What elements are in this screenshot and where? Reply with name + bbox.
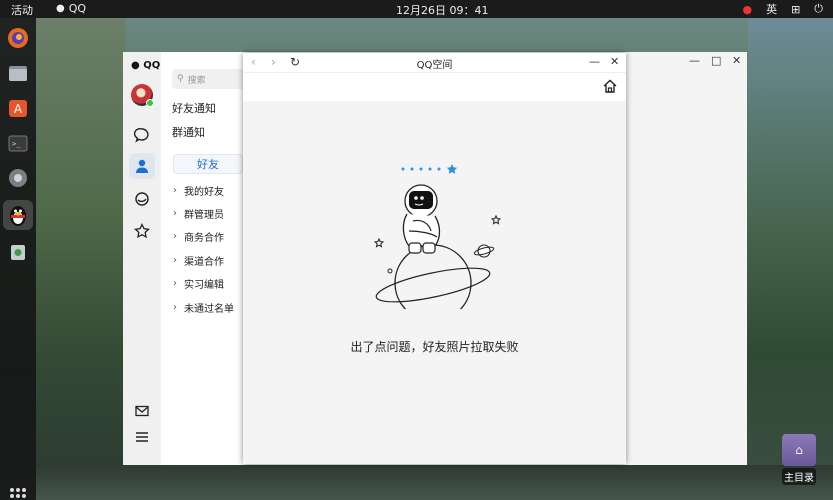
firefox-icon[interactable] bbox=[3, 23, 33, 53]
error-message: 出了点问题，好友照片拉取失败 bbox=[350, 340, 519, 354]
svg-text:>_: >_ bbox=[12, 140, 21, 148]
space-icon[interactable] bbox=[129, 186, 155, 212]
astronaut-illustration bbox=[373, 164, 502, 309]
qq-tray-icon[interactable]: ● bbox=[742, 3, 752, 16]
mail-icon[interactable] bbox=[129, 398, 155, 424]
software-center-icon[interactable]: A bbox=[3, 93, 33, 123]
qq-icon[interactable] bbox=[3, 200, 33, 230]
space-titlebar: ‹ › ↻ QQ空间 — ✕ bbox=[243, 53, 626, 73]
chevron-right-icon: › bbox=[173, 185, 177, 196]
qq-penguin-icon: ● bbox=[56, 3, 65, 14]
wallpaper-left bbox=[36, 18, 126, 500]
group-item[interactable]: › 未通过名单 bbox=[173, 300, 234, 315]
group-label: 渠道合作 bbox=[184, 257, 224, 268]
home-icon[interactable] bbox=[602, 78, 618, 94]
minimize-button[interactable]: — bbox=[689, 54, 700, 67]
qq-logo-text: QQ bbox=[143, 60, 161, 71]
app-menu[interactable]: ● QQ bbox=[56, 2, 86, 15]
contacts-icon[interactable] bbox=[129, 153, 155, 179]
group-label: 我的好友 bbox=[184, 187, 224, 198]
search-input[interactable]: ⚲ 搜索 bbox=[172, 69, 247, 89]
group-item[interactable]: › 实习编辑 bbox=[173, 276, 224, 291]
dock: A >_ bbox=[0, 18, 36, 500]
group-label: 群管理员 bbox=[184, 210, 224, 221]
top-bar: 活动 ● QQ 12月26日 09：41 ● 英 ⊞ ⏻ bbox=[0, 0, 833, 18]
search-placeholder: 搜索 bbox=[187, 75, 206, 86]
group-label: 实习编辑 bbox=[184, 280, 224, 291]
group-item[interactable]: › 我的好友 bbox=[173, 183, 224, 198]
power-icon[interactable]: ⏻ bbox=[814, 2, 823, 16]
friend-notice[interactable]: 好友通知 bbox=[172, 100, 216, 116]
clock[interactable]: 12月26日 09：41 bbox=[396, 2, 489, 18]
group-item[interactable]: › 渠道合作 bbox=[173, 253, 224, 268]
chevron-right-icon: › bbox=[173, 302, 177, 313]
chevron-right-icon: › bbox=[173, 231, 177, 242]
group-label: 未通过名单 bbox=[184, 304, 234, 315]
wallpaper-bottom bbox=[36, 465, 833, 500]
group-label: 商务合作 bbox=[184, 233, 224, 244]
group-item[interactable]: › 商务合作 bbox=[173, 229, 224, 244]
tab-friends[interactable]: 好友 bbox=[173, 154, 243, 174]
contacts-panel: ⚲ 搜索 好友通知 群通知 好友 › 我的好友 › 群管理员 › 商务合作 › … bbox=[161, 52, 247, 465]
qq-logo: ● QQ bbox=[131, 60, 160, 71]
input-method-indicator[interactable]: 英 bbox=[766, 1, 777, 17]
show-apps-icon[interactable] bbox=[10, 488, 26, 500]
activities-button[interactable]: 活动 bbox=[11, 2, 33, 18]
home-folder-label: 主目录 bbox=[782, 468, 816, 485]
files-icon[interactable] bbox=[3, 58, 33, 88]
system-tray: ● 英 ⊞ ⏻ bbox=[742, 1, 823, 17]
space-toolbar bbox=[243, 73, 626, 101]
menu-icon[interactable] bbox=[129, 424, 155, 450]
qq-logo-icon: ● bbox=[131, 60, 140, 71]
settings-icon[interactable] bbox=[3, 163, 33, 193]
online-status-icon bbox=[146, 99, 154, 107]
chevron-right-icon: › bbox=[173, 208, 177, 219]
group-notice[interactable]: 群通知 bbox=[172, 124, 205, 140]
chevron-right-icon: › bbox=[173, 255, 177, 266]
space-minimize-button[interactable]: — bbox=[589, 55, 600, 68]
wallpaper-right bbox=[748, 18, 833, 500]
qq-space-window: ‹ › ↻ QQ空间 — ✕ 出了点问题，好友照片拉取失败 bbox=[243, 53, 626, 464]
star-icon[interactable] bbox=[129, 218, 155, 244]
close-button[interactable]: ✕ bbox=[732, 54, 741, 67]
maximize-button[interactable]: □ bbox=[711, 54, 721, 67]
search-icon: ⚲ bbox=[177, 74, 184, 84]
space-title: QQ空间 bbox=[416, 60, 453, 71]
terminal-icon[interactable]: >_ bbox=[3, 128, 33, 158]
chevron-right-icon: › bbox=[173, 278, 177, 289]
app-menu-label: QQ bbox=[68, 2, 87, 15]
message-icon[interactable] bbox=[129, 122, 155, 148]
space-close-button[interactable]: ✕ bbox=[610, 55, 619, 68]
group-item[interactable]: › 群管理员 bbox=[173, 206, 224, 221]
home-folder[interactable]: ⌂ 主目录 bbox=[782, 434, 816, 486]
svg-text:A: A bbox=[14, 102, 23, 116]
network-icon[interactable]: ⊞ bbox=[791, 3, 800, 16]
trash-icon[interactable] bbox=[3, 236, 33, 266]
qq-side-rail: ● QQ bbox=[123, 52, 161, 465]
home-folder-icon: ⌂ bbox=[782, 434, 816, 466]
